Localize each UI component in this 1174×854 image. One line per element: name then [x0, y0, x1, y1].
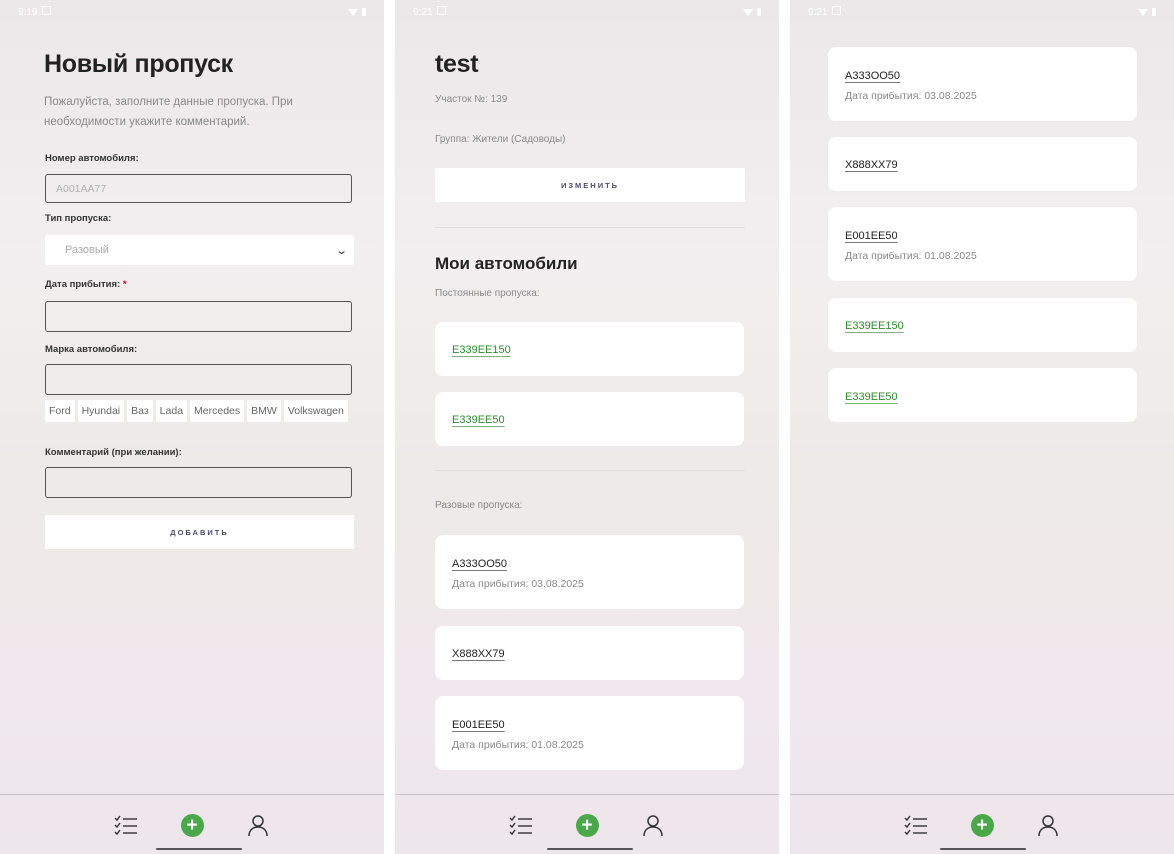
pass-type-label: Тип пропуска: [45, 213, 112, 224]
permanent-passes-label: Постоянные пропуска: [435, 288, 540, 299]
car-number-placeholder: А001АА77 [56, 182, 107, 195]
notification-icon [437, 6, 447, 15]
pass-plate[interactable]: Е001ЕЕ50 [452, 719, 505, 731]
notification-icon [832, 6, 842, 15]
pass-type-select[interactable]: Разовый ⌄ [45, 235, 354, 265]
plus-circle-icon[interactable]: + [967, 810, 997, 840]
pass-plate[interactable]: Х888ХХ79 [452, 648, 505, 660]
divider [435, 470, 745, 471]
brand-chip-vaz[interactable]: Ваз [127, 400, 153, 422]
edit-button[interactable]: ИЗМЕНИТЬ [435, 168, 745, 202]
car-number-input[interactable]: А001АА77 [45, 174, 352, 203]
home-indicator[interactable] [547, 848, 633, 850]
screen-profile-scrolled: 9:21 А333ОО50 Дата прибытия: 03.08.2025 … [790, 0, 1174, 854]
list-icon[interactable] [901, 810, 931, 840]
brand-chip-lada[interactable]: Lada [155, 400, 188, 422]
comment-input[interactable] [45, 467, 352, 498]
user-group: Группа: Жители (Садоводы) [435, 134, 566, 145]
battery-icon [757, 8, 761, 16]
arrival-date: Дата прибытия: 01.08.2025 [452, 739, 584, 751]
bottom-nav: + [790, 794, 1174, 854]
bottom-nav: + [395, 794, 779, 854]
plot-number: Участок №: 139 [435, 94, 508, 105]
list-icon[interactable] [111, 810, 141, 840]
required-mark: * [122, 279, 127, 290]
arrival-date-input[interactable] [45, 301, 352, 332]
permanent-pass-card[interactable]: Е339ЕЕ150 [828, 298, 1137, 352]
pass-plate[interactable]: А333ОО50 [845, 70, 900, 82]
screen-profile: 9:21 test Участок №: 139 Группа: Жители … [395, 0, 779, 854]
brand-chip-bmw[interactable]: BMW [247, 400, 281, 422]
chevron-down-icon: ⌄ [334, 244, 348, 257]
battery-icon [362, 8, 366, 16]
wifi-icon [348, 8, 358, 16]
status-time: 9:19 [18, 7, 38, 18]
arrival-date: Дата прибытия: 01.08.2025 [845, 250, 977, 262]
pass-plate[interactable]: Е339ЕЕ50 [452, 414, 505, 426]
my-cars-heading: Мои автомобили [435, 254, 578, 273]
pass-type-value: Разовый [65, 244, 109, 256]
wifi-icon [743, 8, 753, 16]
pass-plate[interactable]: Е339ЕЕ150 [845, 320, 904, 332]
brand-chip-mercedes[interactable]: Mercedes [190, 400, 245, 422]
plus-circle-icon[interactable]: + [177, 810, 207, 840]
comment-label: Комментарий (при желании): [45, 447, 182, 458]
home-indicator[interactable] [156, 848, 242, 850]
onetime-pass-card[interactable]: Х888ХХ79 [828, 137, 1137, 191]
onetime-pass-card[interactable]: Е001ЕЕ50 Дата прибытия: 01.08.2025 [828, 207, 1137, 281]
arrival-date: Дата прибытия: 03.08.2025 [845, 90, 977, 102]
pass-plate[interactable]: Х888ХХ79 [845, 159, 898, 171]
permanent-pass-card[interactable]: Е339ЕЕ150 [435, 322, 744, 376]
brand-chip-hyundai[interactable]: Hyundai [77, 400, 125, 422]
arrival-date-label-text: Дата прибытия: [45, 279, 121, 290]
notification-icon [42, 6, 52, 15]
status-bar: 9:21 [790, 0, 1174, 24]
add-button[interactable]: ДОБАВИТЬ [45, 515, 354, 549]
onetime-pass-card[interactable]: Е001ЕЕ50 Дата прибытия: 01.08.2025 [435, 696, 744, 770]
divider [435, 227, 745, 228]
intro-text: Пожалуйста, заполните данные пропуска. П… [44, 96, 293, 128]
screen-new-pass: 9:19 Новый пропуск Пожалуйста, заполните… [0, 0, 384, 854]
status-time: 9:21 [808, 7, 828, 18]
user-icon[interactable] [243, 810, 273, 840]
brand-chips: Ford Hyundai Ваз Lada Mercedes BMW Volks… [45, 400, 354, 422]
home-indicator[interactable] [940, 848, 1026, 850]
pass-plate[interactable]: А333ОО50 [452, 558, 507, 570]
arrival-date: Дата прибытия: 03.08.2025 [452, 578, 584, 590]
car-number-label: Номер автомобиля: [45, 153, 139, 164]
user-icon[interactable] [1033, 810, 1063, 840]
pass-plate[interactable]: Е001ЕЕ50 [845, 230, 898, 242]
onetime-pass-card[interactable]: А333ОО50 Дата прибытия: 03.08.2025 [828, 47, 1137, 121]
plus-circle-icon[interactable]: + [572, 810, 602, 840]
onetime-passes-label: Разовые пропуска: [435, 500, 523, 511]
status-bar: 9:19 [0, 0, 384, 24]
permanent-pass-card[interactable]: Е339ЕЕ50 [435, 392, 744, 446]
pass-plate[interactable]: Е339ЕЕ50 [845, 391, 898, 403]
profile-name: test [435, 50, 479, 78]
brand-chip-volkswagen[interactable]: Volkswagen [283, 400, 348, 422]
user-icon[interactable] [638, 810, 668, 840]
list-icon[interactable] [506, 810, 536, 840]
pass-plate[interactable]: Е339ЕЕ150 [452, 344, 511, 356]
page-title: Новый пропуск [44, 50, 233, 78]
car-brand-label: Марка автомобиля: [45, 344, 138, 355]
permanent-pass-card[interactable]: Е339ЕЕ50 [828, 368, 1137, 422]
arrival-date-label: Дата прибытия: * [45, 279, 127, 290]
car-brand-input[interactable] [45, 364, 352, 395]
status-bar: 9:21 [395, 0, 779, 24]
onetime-pass-card[interactable]: А333ОО50 Дата прибытия: 03.08.2025 [435, 535, 744, 609]
status-time: 9:21 [413, 7, 433, 18]
wifi-icon [1138, 8, 1148, 16]
brand-chip-ford[interactable]: Ford [45, 400, 75, 422]
bottom-nav: + [0, 794, 384, 854]
onetime-pass-card[interactable]: Х888ХХ79 [435, 626, 744, 680]
battery-icon [1152, 8, 1156, 16]
